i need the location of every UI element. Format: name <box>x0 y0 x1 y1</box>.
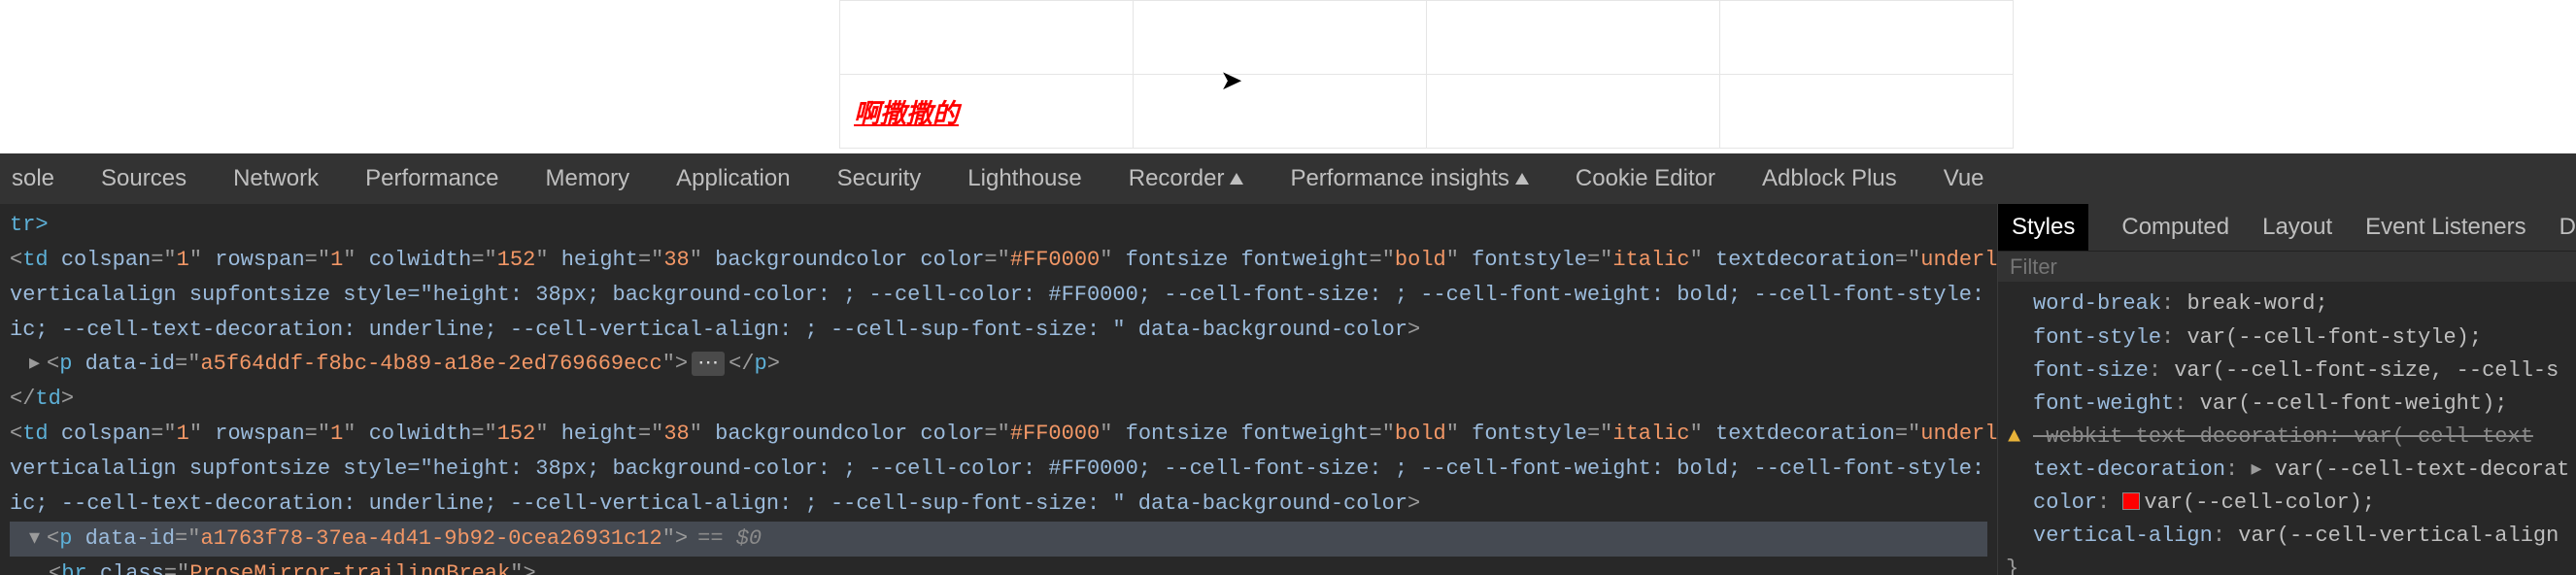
dom-punct: < <box>49 561 61 575</box>
css-declaration[interactable]: ▲-webkit-text-decoration: var( cell text <box>2033 421 2576 454</box>
dom-tag: p <box>755 352 767 376</box>
dom-punct: > <box>61 387 74 411</box>
cell-text: 啊撒撒的 <box>854 99 959 128</box>
css-declaration[interactable]: color: var(--cell-color); <box>2033 487 2576 520</box>
dom-tag: p <box>59 526 72 551</box>
dom-line[interactable]: </td> <box>10 382 1987 417</box>
experiment-icon <box>1230 173 1243 185</box>
dom-attrs: ic; --cell-text-decoration: underline; -… <box>10 491 1420 516</box>
dom-attrs: data-id="a1763f78-37ea-4d41-9b92-0cea269… <box>72 526 688 551</box>
ellipsis-icon[interactable]: ⋯ <box>692 352 725 376</box>
dom-line[interactable]: <td colspan="1" rowspan="1" colwidth="15… <box>10 243 1987 278</box>
dom-line[interactable]: tr> <box>10 208 1987 243</box>
tab-performance[interactable]: Performance <box>365 165 498 192</box>
styles-tabs: Styles Computed Layout Event Listeners D… <box>1998 204 2576 251</box>
dom-line[interactable]: verticalalign supfontsize style="height:… <box>10 452 1987 487</box>
color-swatch[interactable] <box>2122 492 2140 510</box>
css-declaration[interactable]: vertical-align: var(--cell-vertical-alig… <box>2033 520 2576 553</box>
css-declaration[interactable]: font-size: var(--cell-font-size, --cell-… <box>2033 355 2576 388</box>
devtools-tabstrip: sole Sources Network Performance Memory … <box>0 153 2576 204</box>
dom-punct: < <box>47 526 59 551</box>
tab-application[interactable]: Application <box>676 165 790 192</box>
styles-tab-computed[interactable]: Computed <box>2121 214 2229 241</box>
dom-punct: < <box>10 248 22 272</box>
collapse-arrow-icon[interactable]: ▾ <box>29 522 47 557</box>
experiment-icon <box>1515 173 1529 185</box>
table-cell[interactable] <box>1720 75 2014 149</box>
table-cell[interactable] <box>840 1 1134 75</box>
tab-recorder[interactable]: Recorder <box>1129 165 1244 192</box>
styles-tab-dom[interactable]: DOM <box>2559 214 2576 241</box>
tab-adblock[interactable]: Adblock Plus <box>1762 165 1897 192</box>
styles-filter-input[interactable] <box>2010 254 2564 280</box>
tab-sources[interactable]: Sources <box>101 165 186 192</box>
dom-punct: > <box>767 352 780 376</box>
devtools-main: tr> <td colspan="1" rowspan="1" colwidth… <box>0 204 2576 575</box>
tab-perf-insights-label: Performance insights <box>1290 165 1508 191</box>
dom-tag: td <box>35 387 60 411</box>
dom-line[interactable]: <td colspan="1" rowspan="1" colwidth="15… <box>10 417 1987 452</box>
dom-tag: br <box>61 561 86 575</box>
tab-memory[interactable]: Memory <box>546 165 630 192</box>
dom-line[interactable]: <br class="ProseMirror-trailingBreak"> <box>10 557 1987 575</box>
table-row: 啊撒撒的 <box>840 75 2014 149</box>
page-content: 啊撒撒的 ➤ <box>0 0 2576 153</box>
dom-line-selected[interactable]: ▾<p data-id="a1763f78-37ea-4d41-9b92-0ce… <box>10 522 1987 557</box>
dom-punct: < <box>47 352 59 376</box>
tab-cookie-editor[interactable]: Cookie Editor <box>1576 165 1715 192</box>
tab-lighthouse[interactable]: Lighthouse <box>967 165 1081 192</box>
tab-vue[interactable]: Vue <box>1944 165 1984 192</box>
css-declaration[interactable]: word-break: break-word; <box>2033 288 2576 321</box>
dom-attrs: colspan="1" rowspan="1" colwidth="152" h… <box>49 422 1997 446</box>
table-cell[interactable] <box>1134 75 1427 149</box>
tab-perf-insights[interactable]: Performance insights <box>1290 165 1528 192</box>
table-cell-text[interactable]: 啊撒撒的 <box>840 75 1134 149</box>
table-cell[interactable] <box>1427 75 1720 149</box>
table-cell[interactable] <box>1134 1 1427 75</box>
tab-recorder-label: Recorder <box>1129 165 1225 191</box>
styles-filter <box>1998 251 2576 282</box>
dom-attrs: data-id="a5f64ddf-f8bc-4b89-a18e-2ed7696… <box>72 352 688 376</box>
dom-line[interactable]: ic; --cell-text-decoration: underline; -… <box>10 313 1987 348</box>
dom-attrs: ic; --cell-text-decoration: underline; -… <box>10 318 1420 342</box>
styles-body[interactable]: word-break: break-word;font-style: var(-… <box>1998 282 2576 575</box>
devtools: sole Sources Network Performance Memory … <box>0 153 2576 575</box>
dom-punct: </ <box>729 352 754 376</box>
tab-console[interactable]: sole <box>12 165 54 192</box>
css-brace: } <box>2006 553 2576 575</box>
tab-security[interactable]: Security <box>837 165 922 192</box>
styles-tab-eventlisteners[interactable]: Event Listeners <box>2365 214 2525 241</box>
dom-line[interactable]: ▸<p data-id="a5f64ddf-f8bc-4b89-a18e-2ed… <box>10 347 1987 382</box>
css-declaration[interactable]: font-weight: var(--cell-font-weight); <box>2033 388 2576 421</box>
warning-icon: ▲ <box>2008 421 2020 454</box>
dom-tag: td <box>22 248 48 272</box>
css-declaration[interactable]: font-style: var(--cell-font-style); <box>2033 321 2576 355</box>
dom-line[interactable]: ic; --cell-text-decoration: underline; -… <box>10 487 1987 522</box>
dom-line[interactable]: verticalalign supfontsize style="height:… <box>10 278 1987 313</box>
css-declaration[interactable]: text-decoration: ▸ var(--cell-text-decor… <box>2033 454 2576 487</box>
dom-tag: td <box>22 422 48 446</box>
styles-tab-layout[interactable]: Layout <box>2262 214 2332 241</box>
dom-attrs: verticalalign supfontsize style="height:… <box>10 457 1997 481</box>
dom-attrs: colspan="1" rowspan="1" colwidth="152" h… <box>49 248 1997 272</box>
dom-text: tr> <box>10 213 49 237</box>
table-cell[interactable] <box>1427 1 1720 75</box>
dom-tree[interactable]: tr> <td colspan="1" rowspan="1" colwidth… <box>0 204 1997 575</box>
table-row <box>840 1 2014 75</box>
content-table: 啊撒撒的 <box>839 0 2014 149</box>
dom-punct: </ <box>10 387 35 411</box>
dom-punct: < <box>10 422 22 446</box>
table-cell[interactable] <box>1720 1 2014 75</box>
expand-arrow-icon[interactable]: ▸ <box>29 347 47 382</box>
styles-panel: Styles Computed Layout Event Listeners D… <box>1997 204 2576 575</box>
styles-tab-styles[interactable]: Styles <box>1998 204 2088 251</box>
dom-attrs: class="ProseMirror-trailingBreak"> <box>87 561 536 575</box>
dom-attrs: verticalalign supfontsize style="height:… <box>10 283 1997 307</box>
dom-tag: p <box>59 352 72 376</box>
equals-dollar-zero: == $0 <box>697 526 762 551</box>
tab-network[interactable]: Network <box>233 165 319 192</box>
